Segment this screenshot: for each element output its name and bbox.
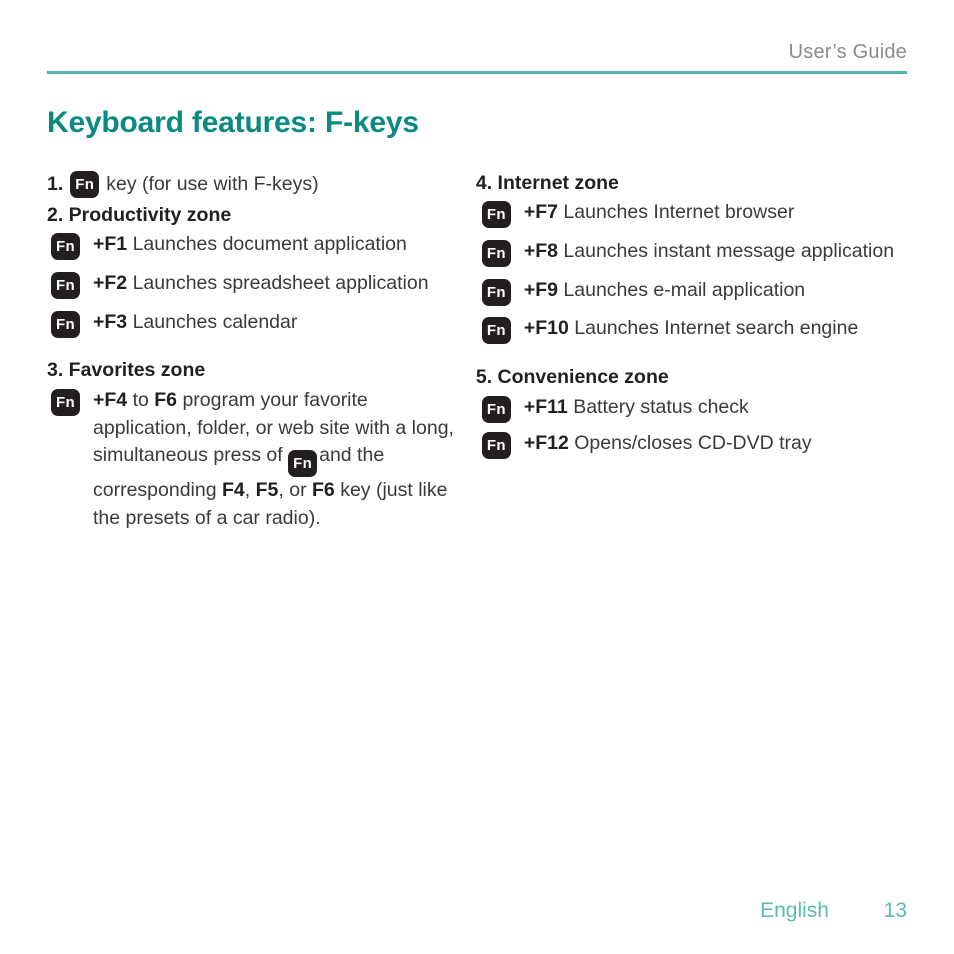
fn-badge-slot: Fn: [481, 316, 511, 345]
shortcut-description: Launches spreadsheet application: [132, 272, 429, 295]
list-item-f10: Fn +F10 Launches Internet search engine: [476, 315, 907, 345]
fn-badge-slot: Fn: [51, 271, 80, 300]
fn-key-badge: Fn: [51, 233, 80, 261]
header-title: User’s Guide: [788, 41, 907, 63]
fn-badge-slot: Fn: [481, 431, 511, 460]
shortcut-description: Battery status check: [573, 395, 749, 418]
shortcut-description: Launches document application: [132, 233, 407, 256]
fn-badge-slot: Fn: [481, 278, 511, 306]
heading-convenience-zone: 5. Convenience zone: [475, 366, 669, 389]
shortcut-description: Launches calendar: [132, 310, 298, 333]
footer-language: English: [760, 899, 829, 922]
shortcut-key-f4: F4: [222, 479, 245, 502]
word-to: to: [132, 388, 149, 411]
shortcut-description: Launches e-mail application: [563, 278, 806, 301]
item-number: 1.: [47, 172, 64, 195]
list-item-f8: Fn +F8 Launches instant message applicat…: [476, 238, 907, 268]
item-1-text: key (for use with F-keys): [106, 172, 319, 195]
fn-key-badge-inline: Fn: [288, 450, 318, 478]
shortcut-key-f5: F5: [255, 479, 279, 502]
shortcut-key: +F3: [93, 310, 128, 333]
fn-key-badge: Fn: [481, 240, 511, 268]
content-columns: 1. Fn key (for use with F-keys) 2. Produ…: [47, 171, 907, 544]
fn-badge-slot: Fn: [51, 310, 80, 338]
comma-1: ,: [244, 479, 251, 502]
list-item-f1: Fn +F1 Launches document application: [47, 231, 466, 261]
fn-key-badge: Fn: [481, 432, 511, 460]
shortcut-key: +F1: [93, 233, 128, 256]
shortcut-key: +F10: [523, 317, 569, 340]
heading-productivity-zone: 2. Productivity zone: [47, 204, 232, 226]
shortcut-key: +F12: [523, 432, 569, 455]
fn-badge-slot: Fn: [481, 200, 511, 229]
fn-key-badge: Fn: [481, 201, 511, 229]
fn-badge-slot: Fn: [51, 388, 80, 416]
word-or: or: [289, 479, 307, 502]
footer-page-number: 13: [883, 899, 907, 922]
left-column: 1. Fn key (for use with F-keys) 2. Produ…: [47, 171, 476, 544]
list-item-f12: Fn +F12 Opens/closes CD-DVD tray: [476, 430, 907, 460]
list-item-f11: Fn +F11 Battery status check: [476, 394, 907, 423]
fn-badge-slot: Fn: [51, 232, 80, 261]
shortcut-key-start: +F4: [93, 388, 128, 411]
list-item-f7: Fn +F7 Launches Internet browser: [476, 199, 907, 229]
right-column: 4. Internet zone Fn +F7 Launches Interne…: [476, 171, 907, 467]
fn-key-badge: Fn: [51, 272, 80, 300]
list-item-1: 1. Fn key (for use with F-keys): [47, 171, 466, 198]
page-title: Keyboard features: F-keys: [47, 106, 419, 139]
list-item-f3: Fn +F3 Launches calendar: [47, 309, 466, 338]
heading-favorites-zone: 3. Favorites zone: [47, 359, 206, 382]
fn-badge-slot: Fn: [481, 239, 511, 268]
page-header: User’s Guide: [47, 0, 907, 74]
fn-key-badge: Fn: [70, 171, 100, 198]
comma-2: ,: [278, 479, 284, 502]
list-item-f9: Fn +F9 Launches e-mail application: [476, 277, 907, 306]
shortcut-key: +F2: [93, 272, 128, 295]
shortcut-description: Launches Internet browser: [563, 201, 795, 224]
heading-internet-zone: 4. Internet zone: [475, 172, 619, 194]
list-item-f2: Fn +F2 Launches spreadsheet application: [47, 270, 466, 300]
fn-key-badge: Fn: [481, 395, 511, 423]
shortcut-key-end: F6: [154, 388, 178, 411]
shortcut-key: +F9: [523, 278, 558, 301]
shortcut-description: Opens/closes CD-DVD tray: [574, 432, 812, 455]
fn-key-badge: Fn: [481, 278, 511, 306]
document-page: User’s Guide Keyboard features: F-keys 1…: [0, 0, 954, 954]
shortcut-key: +F11: [523, 395, 568, 418]
header-rule: [47, 71, 907, 74]
fn-key-badge: Fn: [51, 388, 80, 416]
shortcut-key-f6: F6: [312, 479, 335, 502]
list-item-f4-f6: Fn +F4 to F6 program your favorite appli…: [47, 387, 466, 533]
fn-badge-slot: Fn: [481, 395, 511, 423]
fn-key-badge: Fn: [51, 310, 80, 338]
shortcut-key: +F8: [523, 240, 558, 263]
shortcut-description: Launches instant message application: [563, 240, 895, 263]
shortcut-description: Launches Internet search engine: [574, 317, 859, 340]
fn-key-badge: Fn: [481, 317, 511, 345]
shortcut-key: +F7: [523, 201, 558, 224]
page-footer: English 13: [47, 900, 907, 921]
